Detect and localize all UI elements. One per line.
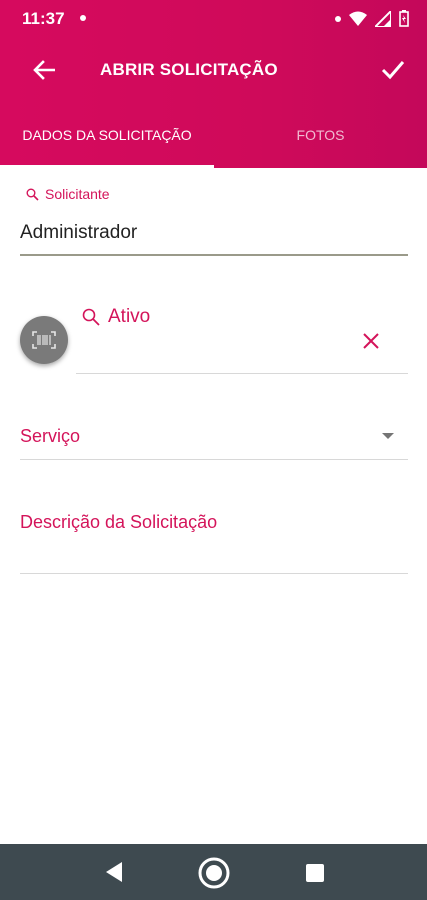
dropdown-arrow-icon: [382, 433, 394, 439]
page-title: ABRIR SOLICITAÇÃO: [100, 60, 278, 79]
nav-home-icon[interactable]: [197, 856, 231, 890]
servico-underline: [20, 459, 408, 460]
barcode-scan-button[interactable]: [20, 316, 68, 364]
solicitante-field[interactable]: Solicitante Administrador: [20, 186, 408, 256]
header: 11:37 ABRIR SOLICITAÇÃO DADOS DA SOLICIT…: [0, 0, 427, 168]
ativo-label-row: Ativo: [82, 306, 150, 328]
notification-dot-icon: [80, 15, 86, 21]
app-bar: ABRIR SOLICITAÇÃO: [0, 38, 427, 102]
status-bar: 11:37: [0, 0, 427, 38]
servico-select[interactable]: Serviço: [20, 418, 408, 460]
descricao-underline: [20, 573, 408, 574]
confirm-button[interactable]: [377, 54, 409, 86]
arrow-back-icon: [33, 60, 55, 80]
nav-recents-icon[interactable]: [305, 863, 325, 883]
solicitante-label-row: Solicitante: [26, 186, 110, 202]
tab-fotos[interactable]: FOTOS: [214, 102, 427, 168]
tab-dados-da-solicitacao[interactable]: DADOS DA SOLICITAÇÃO: [0, 102, 214, 168]
barcode-icon: [32, 331, 56, 349]
back-button[interactable]: [28, 54, 60, 86]
tab-indicator: [0, 165, 214, 168]
nav-back-icon[interactable]: [102, 860, 124, 884]
descricao-field[interactable]: Descrição da Solicitação: [20, 502, 408, 574]
wifi-icon: [349, 11, 367, 26]
clear-ativo-button[interactable]: [360, 330, 382, 352]
solicitante-underline: [20, 254, 408, 256]
battery-icon: [399, 10, 409, 27]
descricao-label: Descrição da Solicitação: [20, 512, 218, 532]
system-nav-bar: [0, 844, 427, 900]
ativo-label: Ativo: [108, 306, 151, 327]
solicitante-label: Solicitante: [45, 186, 110, 202]
ativo-underline: [76, 373, 408, 374]
check-icon: [381, 61, 405, 80]
servico-label: Serviço: [20, 426, 81, 446]
search-icon: [26, 188, 39, 201]
close-icon: [363, 333, 379, 349]
notification-dot-icon: [335, 15, 341, 22]
status-time: 11:37: [22, 9, 65, 28]
status-icons: [335, 10, 409, 27]
solicitante-value: Administrador: [20, 222, 138, 243]
search-icon: [82, 308, 100, 326]
tab-bar: DADOS DA SOLICITAÇÃO FOTOS: [0, 102, 427, 168]
signal-icon: [375, 10, 391, 27]
ativo-field[interactable]: Ativo: [76, 304, 408, 374]
